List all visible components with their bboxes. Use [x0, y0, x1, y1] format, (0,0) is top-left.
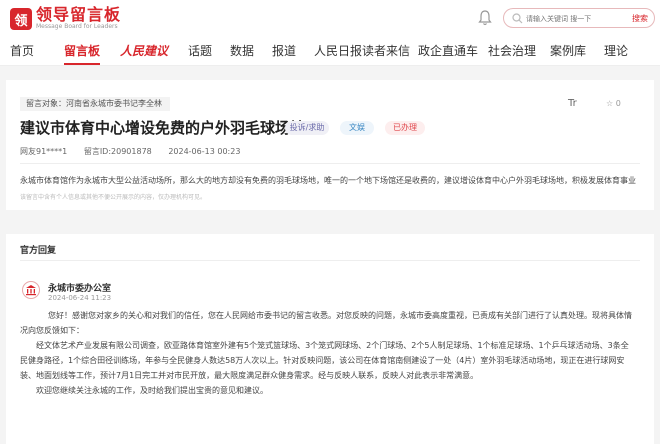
font-size-icon[interactable]: Tr [568, 98, 577, 109]
message-target: 留言对象：河南省永城市委书记李全林 [20, 97, 170, 111]
nav-item-theory[interactable]: 理论 [604, 44, 628, 58]
search-icon [512, 13, 523, 24]
nav-item-reports[interactable]: 报道 [272, 44, 296, 58]
message-title: 建议市体育中心增设免费的户外羽毛球场地 [20, 119, 306, 137]
reply-paragraph: 经文体艺术产业发展有限公司调查，欧亚路体育馆室外建有5个笼式篮球场、3个笼式网球… [20, 341, 629, 350]
message-id: 留言ID:20901878 [83, 147, 152, 156]
message-body: 永城市体育馆作为永城市大型公益活动场所，那么大的地方却没有免费的羽毛球场地，唯一… [20, 176, 636, 185]
logo-mark-icon: 领 [10, 8, 32, 30]
nav-active-indicator [64, 63, 100, 65]
search-input[interactable] [526, 12, 622, 25]
reply-org-name: 永城市委办公室 [48, 284, 112, 294]
reply-paragraph: 况向您反馈如下： [20, 326, 84, 335]
nav-item-social-governance[interactable]: 社会治理 [488, 44, 536, 58]
message-time: 2024-06-13 00:23 [168, 147, 241, 156]
message-meta: 网友91****1 留言ID:20901878 2024-06-13 00:23 [20, 146, 254, 157]
nav-item-home[interactable]: 首页 [10, 44, 34, 58]
site-logo[interactable]: 领 领导留言板 Message Board for Leaders [10, 7, 121, 31]
nav-item-message-board[interactable]: 留言板 [64, 44, 100, 58]
government-building-icon [22, 281, 40, 299]
reply-paragraph: 民健身路径，1个综合田径训练场，年参与全民健身人数达58万人次以上。针对反映问题… [20, 356, 625, 365]
reply-time: 2024-06-24 11:23 [48, 294, 112, 302]
top-bar: 领 领导留言板 Message Board for Leaders 搜索 [0, 0, 660, 36]
favorite-button[interactable]: ☆ 0 [606, 99, 621, 108]
bell-icon[interactable] [478, 10, 492, 26]
tag-type[interactable]: 投诉/求助 [285, 121, 329, 135]
nav-item-data[interactable]: 数据 [230, 44, 254, 58]
nav-item-topics[interactable]: 话题 [188, 44, 212, 58]
nav-item-reader-letters[interactable]: 人民日报读者来信 [314, 44, 410, 58]
nav-item-gov-enterprise[interactable]: 政企直通车 [418, 44, 478, 58]
reply-paragraph: 装、地面划线等工作，预计7月1日完工并对市民开放，最大限度满足群众健身需求。经与… [20, 371, 479, 380]
reply-section-title: 官方回复 [20, 246, 57, 256]
nav-item-people-suggestion[interactable]: 人民建议 [120, 44, 168, 58]
divider [20, 163, 640, 164]
search-box: 搜索 [503, 8, 655, 28]
search-button[interactable]: 搜索 [632, 13, 648, 24]
divider [20, 260, 640, 261]
reply-paragraph: 欢迎您继续关注永城的工作，及时给我们提出宝贵的意见和建议。 [20, 386, 268, 395]
reply-content: 您好！感谢您对家乡的关心和对我们的信任，您在人民网给市委书记的留言收悉。对您反映… [20, 308, 648, 398]
message-author: 网友91****1 [20, 147, 68, 156]
reply-paragraph: 您好！感谢您对家乡的关心和对我们的信任，您在人民网给市委书记的留言收悉。对您反映… [48, 311, 632, 320]
logo-title: 领导留言板 [36, 5, 122, 24]
tag-domain[interactable]: 文娱 [340, 121, 374, 135]
privacy-note: 该留言中含有个人信息或其他不便公开展示的内容，仅办理机构可见。 [20, 194, 207, 201]
main-nav: 首页 留言板 人民建议 话题 数据 报道 人民日报读者来信 政企直通车 社会治理… [0, 36, 660, 66]
logo-subtitle: Message Board for Leaders [36, 23, 118, 30]
nav-item-case-library[interactable]: 案例库 [550, 44, 586, 58]
building-icon [26, 285, 36, 296]
status-badge: 已办理 [385, 121, 425, 135]
